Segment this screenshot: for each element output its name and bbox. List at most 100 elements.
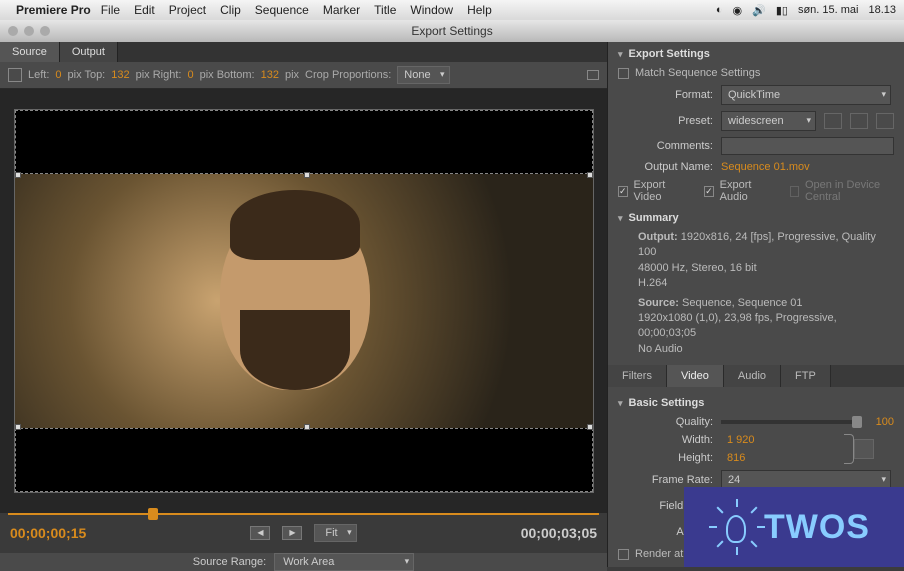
crop-region-top[interactable]	[15, 110, 593, 174]
preview-tabs: Source Output	[0, 42, 607, 62]
export-video-checkbox[interactable]	[618, 186, 628, 197]
preview-area	[0, 89, 607, 513]
preset-save-icon[interactable]	[824, 113, 842, 129]
window-zoom-icon[interactable]	[40, 26, 50, 36]
crop-handle[interactable]	[587, 424, 593, 430]
tab-audio[interactable]: Audio	[724, 365, 781, 387]
tab-output[interactable]: Output	[60, 42, 118, 62]
menu-edit[interactable]: Edit	[134, 3, 155, 17]
crop-bottom-label: pix Bottom:	[200, 69, 255, 81]
crop-handle[interactable]	[15, 424, 21, 430]
preset-delete-icon[interactable]	[876, 113, 894, 129]
crop-icon[interactable]	[8, 68, 22, 82]
crop-handle[interactable]	[587, 172, 593, 178]
quality-slider[interactable]	[721, 420, 862, 424]
menu-clip[interactable]: Clip	[220, 3, 241, 17]
source-range-dropdown[interactable]: Work Area	[274, 553, 414, 571]
export-video-label: Export Video	[634, 179, 683, 203]
crop-left-value[interactable]: 0	[55, 69, 61, 81]
crop-handle[interactable]	[15, 172, 21, 178]
width-value[interactable]: 1 920	[727, 434, 755, 446]
prev-frame-button[interactable]: ◀	[250, 526, 270, 540]
dialog-title-bar: Export Settings	[0, 20, 904, 42]
tab-ftp[interactable]: FTP	[781, 365, 831, 387]
menu-window[interactable]: Window	[410, 3, 453, 17]
twos-logo-overlay: TWOS	[684, 487, 904, 567]
crop-proportions-dropdown[interactable]: None	[397, 66, 449, 84]
crop-handle[interactable]	[304, 424, 310, 430]
summary-header[interactable]: Summary	[608, 206, 904, 228]
menu-file[interactable]: File	[101, 3, 120, 17]
lock-aspect-icon[interactable]	[854, 439, 874, 459]
width-label: Width:	[618, 434, 713, 446]
crop-handle[interactable]	[304, 172, 310, 178]
format-label: Format:	[618, 89, 713, 101]
preview-pane: Source Output Left: 0 pix Top: 132 pix R…	[0, 42, 608, 567]
source-range-bar: Source Range: Work Area	[0, 553, 607, 571]
device-central-label: Open in Device Central	[805, 179, 894, 203]
lightbulb-icon	[718, 505, 754, 549]
format-dropdown[interactable]: QuickTime	[721, 85, 891, 105]
status-icon[interactable]: ◐	[716, 4, 723, 16]
height-value[interactable]: 816	[727, 452, 745, 464]
crop-bottom-value[interactable]: 132	[261, 69, 279, 81]
window-close-icon[interactable]	[8, 26, 18, 36]
link-dimensions-icon[interactable]	[844, 434, 854, 464]
menu-help[interactable]: Help	[467, 3, 492, 17]
battery-icon[interactable]: ▮▯	[776, 4, 788, 17]
crop-left-label: Left:	[28, 69, 49, 81]
crop-top-value[interactable]: 132	[111, 69, 129, 81]
tab-filters[interactable]: Filters	[608, 365, 667, 387]
wifi-icon[interactable]: ◉	[733, 4, 743, 17]
menubar-time[interactable]: 18.13	[868, 4, 896, 16]
preset-dropdown[interactable]: widescreen	[721, 111, 816, 131]
timecode-duration: 00;00;03;05	[521, 525, 597, 541]
window-minimize-icon[interactable]	[24, 26, 34, 36]
timecode-current[interactable]: 00;00;00;15	[10, 525, 86, 541]
render-max-depth-checkbox[interactable]	[618, 549, 629, 560]
quality-label: Quality:	[618, 416, 713, 428]
framerate-label: Frame Rate:	[618, 474, 713, 486]
logo-text: TWOS	[764, 508, 870, 547]
crop-bar: Left: 0 pix Top: 132 pix Right: 0 pix Bo…	[0, 62, 607, 89]
playhead[interactable]	[148, 508, 158, 520]
zoom-fit-dropdown[interactable]: Fit	[314, 524, 356, 542]
dialog-title: Export Settings	[411, 24, 492, 38]
next-frame-button[interactable]: ▶	[282, 526, 302, 540]
match-sequence-checkbox[interactable]	[618, 68, 629, 79]
tab-source[interactable]: Source	[0, 42, 60, 62]
volume-icon[interactable]: 🔊	[752, 4, 766, 17]
crop-top-label: pix Top:	[68, 69, 106, 81]
comments-input[interactable]	[721, 137, 894, 155]
mac-menubar: Premiere Pro File Edit Project Clip Sequ…	[0, 0, 904, 20]
summary-source: Source: Sequence, Sequence 01 1920x1080 …	[608, 294, 904, 360]
app-name[interactable]: Premiere Pro	[16, 3, 91, 17]
menu-title[interactable]: Title	[374, 3, 396, 17]
crop-right-value[interactable]: 0	[187, 69, 193, 81]
export-settings-header[interactable]: Export Settings	[608, 42, 904, 64]
video-preview[interactable]	[14, 109, 594, 493]
output-name-label: Output Name:	[618, 161, 713, 173]
crop-units: pix	[285, 69, 299, 81]
tab-video[interactable]: Video	[667, 365, 724, 387]
crop-proportions-label: Crop Proportions:	[305, 69, 391, 81]
aspect-toggle-icon[interactable]	[587, 70, 599, 80]
crop-right-label: pix Right:	[136, 69, 182, 81]
settings-tabs: Filters Video Audio FTP	[608, 365, 904, 387]
menu-project[interactable]: Project	[169, 3, 206, 17]
basic-settings-header[interactable]: Basic Settings	[608, 391, 904, 413]
crop-region-bottom[interactable]	[15, 428, 593, 492]
quality-value[interactable]: 100	[876, 416, 894, 428]
summary-output: Output: 1920x816, 24 [fps], Progressive,…	[608, 228, 904, 294]
export-audio-checkbox[interactable]	[704, 186, 714, 197]
scrub-bar[interactable]	[8, 513, 599, 521]
device-central-checkbox	[790, 186, 799, 197]
menu-sequence[interactable]: Sequence	[255, 3, 309, 17]
export-audio-label: Export Audio	[720, 179, 769, 203]
menubar-date[interactable]: søn. 15. mai	[798, 4, 859, 16]
height-label: Height:	[618, 452, 713, 464]
menu-marker[interactable]: Marker	[323, 3, 360, 17]
output-name-link[interactable]: Sequence 01.mov	[721, 161, 810, 173]
preset-label: Preset:	[618, 115, 713, 127]
preset-import-icon[interactable]	[850, 113, 868, 129]
